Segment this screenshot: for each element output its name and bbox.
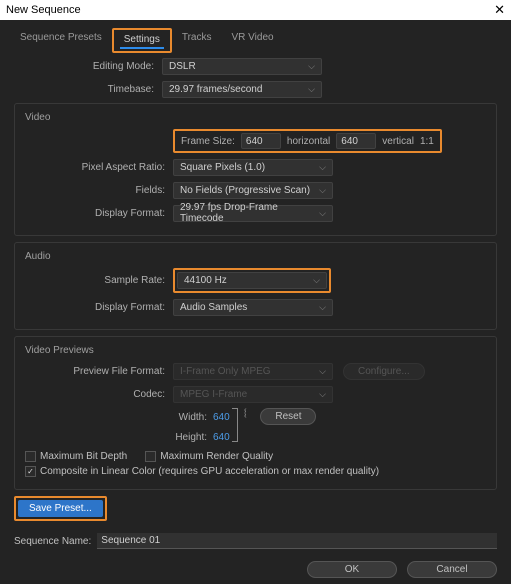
composite-linear-checkbox[interactable]: ✓ [25, 466, 36, 477]
vertical-label: vertical [382, 136, 414, 147]
par-value: Square Pixels (1.0) [180, 162, 265, 173]
chevron-down-icon: ⌵ [319, 208, 326, 219]
video-title: Video [25, 112, 486, 123]
frame-size-text: Frame Size: [181, 136, 235, 147]
preview-width-value[interactable]: 640 [213, 412, 230, 423]
max-render-quality-checkbox[interactable] [145, 451, 156, 462]
window-title: New Sequence [6, 4, 81, 16]
sample-rate-select[interactable]: 44100 Hz ⌵ [177, 272, 327, 289]
highlight-settings-tab: Settings [112, 28, 172, 53]
video-display-format-value: 29.97 fps Drop-Frame Timecode [180, 202, 319, 224]
horizontal-label: horizontal [287, 136, 330, 147]
preview-format-select: I-Frame Only MPEG ⌵ [173, 363, 333, 380]
timebase-value: 29.97 frames/second [169, 84, 262, 95]
preview-format-value: I-Frame Only MPEG [180, 366, 271, 377]
codec-value: MPEG I-Frame [180, 389, 247, 400]
chevron-down-icon: ⌵ [313, 275, 320, 286]
save-preset-button[interactable]: Save Preset... [18, 500, 103, 517]
preview-height-label: Height: [173, 432, 213, 443]
tab-bar: Sequence Presets Settings Tracks VR Vide… [0, 20, 511, 53]
link-icon[interactable]: 𝄔 [244, 408, 247, 421]
audio-display-format-select[interactable]: Audio Samples ⌵ [173, 299, 333, 316]
preview-format-label: Preview File Format: [25, 366, 173, 377]
title-bar: New Sequence ✕ [0, 0, 511, 20]
reset-button[interactable]: Reset [260, 408, 316, 425]
configure-button: Configure... [343, 363, 425, 380]
highlight-sample-rate: 44100 Hz ⌵ [173, 268, 331, 293]
chevron-down-icon: ⌵ [319, 366, 326, 377]
tab-vr-video[interactable]: VR Video [222, 28, 284, 53]
editing-mode-select[interactable]: DSLR ⌵ [162, 58, 322, 75]
frame-width-input[interactable]: 640 [241, 133, 281, 149]
sample-rate-value: 44100 Hz [184, 275, 227, 286]
chevron-down-icon: ⌵ [319, 389, 326, 400]
sequence-name-input[interactable] [97, 533, 497, 549]
chevron-down-icon: ⌵ [319, 162, 326, 173]
bracket-icon [232, 408, 238, 442]
frame-height-input[interactable]: 640 [336, 133, 376, 149]
max-bit-depth-checkbox[interactable] [25, 451, 36, 462]
chevron-down-icon: ⌵ [319, 185, 326, 196]
previews-title: Video Previews [25, 345, 486, 356]
preview-width-label: Width: [173, 412, 213, 423]
max-render-quality-label: Maximum Render Quality [160, 451, 273, 462]
highlight-frame-size: Frame Size: 640 horizontal 640 vertical … [173, 129, 442, 153]
dialog-footer: OK Cancel [0, 555, 511, 584]
timebase-label: Timebase: [14, 84, 162, 95]
chevron-down-icon: ⌵ [319, 302, 326, 313]
editing-mode-value: DSLR [169, 61, 196, 72]
fields-value: No Fields (Progressive Scan) [180, 185, 310, 196]
par-select[interactable]: Square Pixels (1.0) ⌵ [173, 159, 333, 176]
timebase-select[interactable]: 29.97 frames/second ⌵ [162, 81, 322, 98]
sequence-name-row: Sequence Name: [0, 527, 511, 555]
audio-display-format-value: Audio Samples [180, 302, 247, 313]
aspect-ratio-value: 1:1 [420, 136, 434, 147]
codec-label: Codec: [25, 389, 173, 400]
tab-tracks[interactable]: Tracks [172, 28, 222, 53]
codec-select: MPEG I-Frame ⌵ [173, 386, 333, 403]
sequence-name-label: Sequence Name: [14, 536, 91, 547]
max-bit-depth-label: Maximum Bit Depth [40, 451, 127, 462]
video-section: Video Frame Size: 640 horizontal 640 ver… [14, 103, 497, 236]
fields-label: Fields: [25, 185, 173, 196]
video-previews-section: Video Previews Preview File Format: I-Fr… [14, 336, 497, 490]
chevron-down-icon: ⌵ [308, 61, 315, 72]
audio-display-format-label: Display Format: [25, 302, 173, 313]
par-label: Pixel Aspect Ratio: [25, 162, 173, 173]
cancel-button[interactable]: Cancel [407, 561, 497, 578]
fields-select[interactable]: No Fields (Progressive Scan) ⌵ [173, 182, 333, 199]
audio-section: Audio Sample Rate: 44100 Hz ⌵ Display Fo… [14, 242, 497, 330]
ok-button[interactable]: OK [307, 561, 397, 578]
video-display-format-label: Display Format: [25, 208, 173, 219]
video-display-format-select[interactable]: 29.97 fps Drop-Frame Timecode ⌵ [173, 205, 333, 222]
editing-mode-label: Editing Mode: [14, 61, 162, 72]
close-icon[interactable]: ✕ [494, 2, 505, 18]
tab-sequence-presets[interactable]: Sequence Presets [10, 28, 112, 53]
sample-rate-label: Sample Rate: [25, 275, 173, 286]
chevron-down-icon: ⌵ [308, 84, 315, 95]
tab-settings[interactable]: Settings [120, 32, 164, 49]
composite-linear-label: Composite in Linear Color (requires GPU … [40, 466, 379, 477]
preview-height-value[interactable]: 640 [213, 432, 230, 443]
audio-title: Audio [25, 251, 486, 262]
